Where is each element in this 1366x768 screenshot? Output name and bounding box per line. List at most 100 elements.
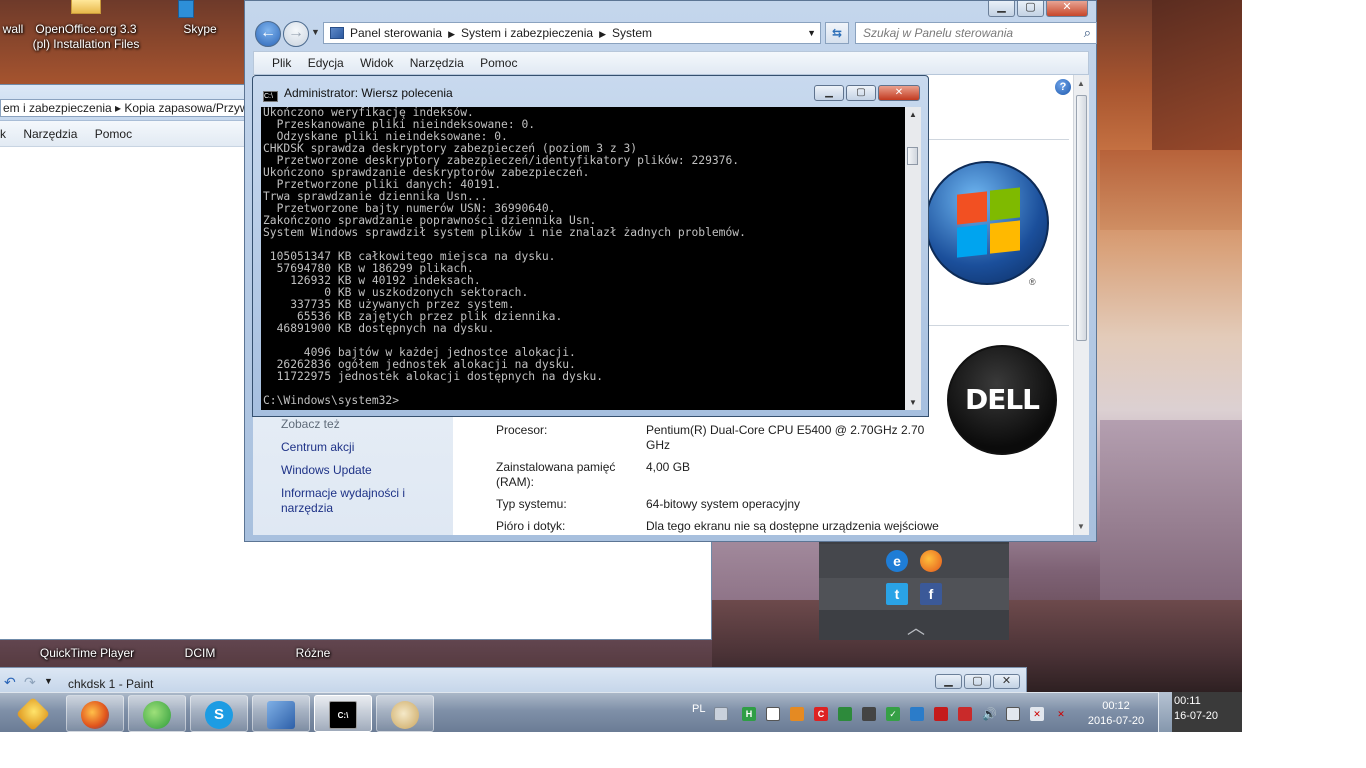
- start-button[interactable]: [4, 695, 62, 732]
- paint-close-button[interactable]: ✕: [993, 674, 1020, 689]
- pdf-tray-icon[interactable]: [934, 707, 948, 721]
- internet-explorer-icon[interactable]: e: [886, 550, 908, 572]
- breadcrumb-item[interactable]: System i zabezpieczenia: [461, 26, 593, 40]
- twitter-icon[interactable]: t: [886, 583, 908, 605]
- navigation-bar: ← → ▼ Panel sterowania ▶ System i zabezpie…: [253, 19, 1097, 49]
- sound-muted-icon[interactable]: ✕: [1054, 707, 1068, 721]
- breadcrumb-item[interactable]: Panel sterowania: [350, 26, 442, 40]
- clock-date: 2016-07-20: [1087, 715, 1145, 727]
- network-icon[interactable]: [1006, 707, 1020, 721]
- scroll-down-icon[interactable]: ▼: [909, 398, 917, 407]
- divider: [929, 139, 1069, 140]
- paint-minimize-button[interactable]: ▁: [935, 674, 962, 689]
- cmd-output: Ukończono weryfikację indeksów. Przeskan…: [263, 107, 746, 407]
- scroll-down-icon[interactable]: ▼: [1077, 522, 1085, 531]
- help-button[interactable]: ?: [1055, 79, 1071, 95]
- menu-item-help[interactable]: Pomoc: [480, 56, 517, 70]
- antivirus-tray-icon[interactable]: C: [814, 707, 828, 721]
- desktop-icon-label: QuickTime Player: [39, 646, 135, 660]
- minimize-button[interactable]: ▁: [988, 1, 1015, 17]
- sync-tray-icon[interactable]: [910, 707, 924, 721]
- backup-menu-item[interactable]: k: [0, 127, 6, 141]
- usb-tray-icon[interactable]: [862, 707, 876, 721]
- maximize-button[interactable]: ▢: [1017, 1, 1044, 17]
- launcher-row: t f: [819, 578, 1009, 610]
- flag-icon[interactable]: ✕: [1030, 707, 1044, 721]
- cmd-maximize-button[interactable]: ▢: [846, 85, 876, 101]
- language-indicator[interactable]: PL: [692, 703, 705, 715]
- backup-menu-item[interactable]: Narzędzia: [23, 127, 77, 141]
- quick-access-dropdown-icon[interactable]: ▼: [44, 676, 53, 686]
- redo-icon[interactable]: ↷: [24, 674, 36, 691]
- desktop-icon-dcim[interactable]: DCIM: [170, 640, 230, 661]
- scroll-up-icon[interactable]: ▲: [1077, 79, 1085, 88]
- paint-window: ↶ ↷ ▼ chkdsk 1 - Paint ▁ ▢ ✕: [0, 667, 1027, 693]
- close-button[interactable]: ✕: [1046, 1, 1088, 17]
- notification-tray-icon[interactable]: [790, 707, 804, 721]
- wallpaper-rock: [1100, 420, 1242, 620]
- registered-mark: ®: [1029, 277, 1036, 287]
- address-dropdown-icon[interactable]: ▼: [807, 23, 816, 43]
- desktop-icon-quicktime[interactable]: QuickTime Player: [32, 640, 142, 661]
- taskbar-control-panel[interactable]: [252, 695, 310, 732]
- shield-tray-icon[interactable]: ✓: [886, 707, 900, 721]
- link-performance-info[interactable]: Informacje wydajności i narzędzia: [281, 486, 441, 516]
- paint-caption-buttons: ▁ ▢ ✕: [933, 674, 1020, 689]
- menu-item-file[interactable]: Plik: [272, 56, 291, 70]
- cmd-console[interactable]: Ukończono weryfikację indeksów. Przeskan…: [261, 107, 921, 410]
- keyboard-icon[interactable]: [714, 707, 728, 721]
- windows-tray-icon[interactable]: [766, 707, 780, 721]
- browser-launcher-panel: e t f ︿: [819, 542, 1009, 640]
- search-icon[interactable]: ⌕: [1084, 23, 1091, 43]
- desktop-icon-label: Różne: [295, 646, 331, 660]
- scroll-up-icon[interactable]: ▲: [909, 110, 917, 119]
- see-also-heading: Zobacz też: [281, 417, 340, 431]
- chevron-right-icon[interactable]: ▶: [599, 29, 606, 39]
- desktop-icon-firewall[interactable]: wall: [0, 22, 26, 37]
- desktop-icon-skype[interactable]: Skype: [170, 0, 230, 40]
- app-tray-icon[interactable]: H: [742, 707, 756, 721]
- cmd-scrollbar-thumb[interactable]: [907, 147, 918, 165]
- scrollbar-thumb[interactable]: [1076, 95, 1087, 341]
- taskbar-paint[interactable]: [376, 695, 434, 732]
- taskbar-skype[interactable]: S: [190, 695, 248, 732]
- menu-item-view[interactable]: Widok: [360, 56, 393, 70]
- desktop-icon-openoffice[interactable]: OpenOffice.org 3.3 (pl) Installation Fil…: [30, 0, 142, 60]
- volume-icon[interactable]: 🔊: [982, 707, 997, 721]
- forward-button[interactable]: →: [283, 21, 309, 47]
- breadcrumb-item[interactable]: System: [612, 26, 652, 40]
- menu-item-edit[interactable]: Edycja: [308, 56, 344, 70]
- taskbar-firefox[interactable]: [66, 695, 124, 732]
- address-bar[interactable]: Panel sterowania ▶ System i zabezpieczenia…: [323, 22, 821, 44]
- backup-menu-item[interactable]: Pomoc: [95, 127, 132, 141]
- show-desktop-button[interactable]: [1158, 692, 1172, 732]
- adobe-tray-icon[interactable]: [958, 707, 972, 721]
- chevron-right-icon[interactable]: ▶: [448, 29, 455, 39]
- facebook-icon[interactable]: f: [920, 583, 942, 605]
- cmd-scrollbar[interactable]: ▲ ▼: [905, 107, 921, 410]
- link-windows-update[interactable]: Windows Update: [281, 463, 441, 478]
- chevron-up-icon[interactable]: ︿: [901, 614, 931, 638]
- vertical-scrollbar[interactable]: ▲ ▼: [1073, 75, 1089, 535]
- second-screen-clock[interactable]: 00:11 16-07-20: [1174, 694, 1218, 724]
- recent-pages-dropdown[interactable]: ▼: [311, 27, 320, 37]
- spec-value-system-type: 64-bitowy system operacyjny: [646, 497, 801, 511]
- link-action-center[interactable]: Centrum akcji: [281, 440, 441, 455]
- taskbar-messenger[interactable]: [128, 695, 186, 732]
- start-icon: [16, 697, 50, 731]
- paint-maximize-button[interactable]: ▢: [964, 674, 991, 689]
- spec-label-processor: Procesor:: [496, 423, 548, 437]
- cmd-minimize-button[interactable]: ▁: [814, 85, 844, 101]
- firefox-icon[interactable]: [920, 550, 942, 572]
- taskbar-command-prompt[interactable]: C:\: [314, 695, 372, 732]
- undo-icon[interactable]: ↶: [4, 674, 16, 691]
- refresh-button[interactable]: ⇆: [825, 22, 849, 44]
- cmd-close-button[interactable]: ✕: [878, 85, 920, 101]
- nvidia-tray-icon[interactable]: [838, 707, 852, 721]
- system-tray: PL H C ✓ 🔊 ✕ ✕ 00:12 2016-07-20: [676, 693, 1172, 733]
- search-input[interactable]: Szukaj w Panelu sterowania ⌕: [855, 22, 1097, 44]
- menu-item-tools[interactable]: Narzędzia: [410, 56, 464, 70]
- clock[interactable]: 00:12 2016-07-20: [1076, 699, 1156, 729]
- desktop-icon-rozne[interactable]: Różne: [283, 640, 343, 661]
- back-button[interactable]: ←: [255, 21, 281, 47]
